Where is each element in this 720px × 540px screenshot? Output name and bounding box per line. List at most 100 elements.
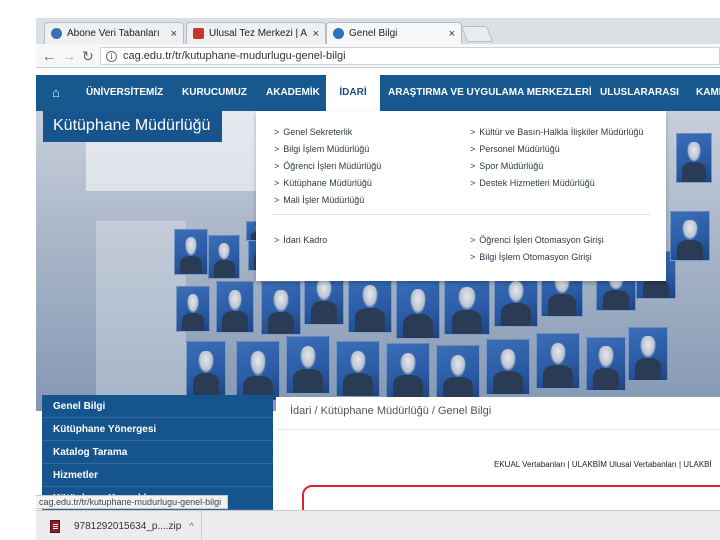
tab-close-icon[interactable]: × [171,28,177,40]
dropdown-link-mali-isler[interactable]: > Mali İşler Müdürlüğü [274,195,364,205]
chevron-right-icon: > [470,127,476,137]
dropdown-link-label: Kültür ve Basın-Halkla İlişkiler Müdürlü… [479,127,644,137]
address-bar[interactable]: i cag.edu.tr/tr/kutuphane-mudurlugu-gene… [100,47,720,65]
dropdown-link-label: Spor Müdürlüğü [479,161,544,171]
portrait-panel [670,211,710,261]
tab-title: Abone Veri Tabanları [67,28,160,39]
download-item[interactable]: 9781292015634_p....zip ^ [36,511,202,540]
portrait-face [198,350,214,374]
sidebar-item-hizmetler[interactable]: Hizmetler [42,464,273,487]
portrait-shoulders [592,368,620,390]
hero-title: Kütüphane Müdürlüğü [43,111,223,142]
portrait-face [227,290,243,311]
portrait-face [361,284,379,309]
portrait-face [499,348,517,372]
browser-tab-genel-bilgi[interactable]: Genel Bilgi × [326,22,462,44]
portrait-panel [486,339,530,395]
nav-item-arastirma[interactable]: ARAŞTIRMA VE UYGULAMA MERKEZLERİ [388,75,592,111]
sidebar-item-kutuphane-yonergesi[interactable]: Kütüphane Yönergesi [42,418,273,441]
hero-window-pane [96,221,186,411]
portrait-face [316,278,332,302]
chevron-right-icon: > [274,235,280,245]
portrait-shoulders [676,239,704,260]
database-links[interactable]: EKUAL Vertabanları | ULAKBİM Ulusal Vert… [494,460,712,469]
reload-icon[interactable]: ↻ [82,47,94,65]
dropdown-link-kultur-basin[interactable]: > Kültür ve Basın-Halkla İlişkiler Müdürl… [470,127,643,137]
home-icon[interactable]: ⌂ [52,75,60,111]
download-filename: 9781292015634_p....zip [74,520,182,532]
portrait-shoulders [393,375,423,398]
dropdown-link-label: Öğrenci İşleri Otomasyon Girişi [479,235,604,245]
chevron-right-icon: > [470,252,476,262]
breadcrumb-divider [276,429,720,430]
portrait-face [640,336,656,359]
dropdown-link-genel-sekreterlik[interactable]: > Genel Sekreterlik [274,127,352,137]
portrait-face [184,237,198,256]
dropdown-link-destek-hizmetleri[interactable]: > Destek Hizmetleri Müdürlüğü [470,178,595,188]
portrait-face [349,350,367,374]
dropdown-link-ogrenci-otomasyon[interactable]: > Öğrenci İşleri Otomasyon Girişi [470,235,604,245]
portrait-shoulders [602,289,630,310]
sidebar-item-genel-bilgi[interactable]: Genel Bilgi [42,395,273,418]
nav-item-idari[interactable]: İDARİ [326,75,380,111]
chevron-up-icon[interactable]: ^ [189,521,193,531]
nav-item-kamp[interactable]: KAMP [696,75,720,111]
dropdown-link-label: Genel Sekreterlik [283,127,353,137]
portrait-shoulders [548,294,576,316]
download-shelf: 9781292015634_p....zip ^ [36,510,720,540]
dropdown-link-bilgi-islem-otomasyon[interactable]: > Bilgi İşlem Otomasyon Girişi [470,252,592,262]
portrait-face [399,352,417,376]
browser-tab-strip: Abone Veri Tabanları × Ulusal Tez Merkez… [36,18,720,44]
tab-title: Genel Bilgi [349,28,398,39]
portrait-shoulders [310,301,338,324]
back-arrow-icon[interactable]: ← [42,47,56,65]
portrait-panel [236,341,280,401]
nav-item-akademik[interactable]: AKADEMİK [266,75,320,111]
portrait-shoulders [343,373,373,396]
new-tab-button[interactable] [461,26,493,42]
chevron-right-icon: > [470,144,476,154]
portrait-shoulders [634,358,662,380]
dropdown-link-spor[interactable]: > Spor Müdürlüğü [470,161,543,171]
nav-item-kurucumuz[interactable]: KURUCUMUZ [182,75,247,111]
nav-item-uluslararasi[interactable]: ULUSLARARASI [600,75,679,111]
dropdown-link-idari-kadro[interactable]: > İdari Kadro [274,235,327,245]
dropdown-link-kutuphane[interactable]: > Kütüphane Müdürlüğü [274,178,372,188]
chevron-right-icon: > [470,178,476,188]
portrait-shoulders [293,369,323,393]
portrait-panel [536,333,580,389]
portrait-panel [396,279,440,339]
portrait-panel [261,281,301,335]
dropdown-link-bilgi-islem[interactable]: > Bilgi İşlem Müdürlüğü [274,144,369,154]
portrait-panel [628,327,668,381]
tab-close-icon[interactable]: × [313,28,319,40]
portrait-shoulders [403,313,433,338]
portrait-panel [286,336,330,394]
site-info-icon[interactable]: i [106,50,117,62]
tab-close-icon[interactable]: × [449,28,455,40]
portrait-face [598,346,614,369]
dropdown-link-ogrenci-isleri[interactable]: > Öğrenci İşleri Müdürlüğü [274,161,381,171]
portrait-shoulders [213,260,235,278]
browser-tab-abone[interactable]: Abone Veri Tabanları × [44,22,184,44]
tab-favicon-icon [193,28,204,39]
browser-tab-tez[interactable]: Ulusal Tez Merkezi | Ana × [186,22,326,44]
portrait-shoulders [181,312,205,331]
sidebar-item-katalog-tarama[interactable]: Katalog Tarama [42,441,273,464]
portrait-shoulders [222,311,248,332]
zip-file-icon [50,519,60,533]
portrait-panel [386,343,430,399]
portrait-face [299,345,317,370]
dropdown-link-label: Bilgi İşlem Müdürlüğü [283,144,370,154]
address-url: cag.edu.tr/tr/kutuphane-mudurlugu-genel-… [123,50,346,62]
portrait-shoulders [355,308,385,332]
portrait-face [687,141,701,162]
portrait-panel [176,286,210,332]
sidebar-menu: Genel Bilgi Kütüphane Yönergesi Katalog … [42,395,273,510]
forward-arrow-icon[interactable]: → [62,47,76,65]
chevron-right-icon: > [470,161,476,171]
status-url: cag.edu.tr/tr/kutuphane-mudurlugu-genel-… [36,495,229,509]
nav-item-universitemiz[interactable]: ÜNİVERSİTEMİZ [86,75,163,111]
chevron-right-icon: > [274,178,280,188]
dropdown-link-personel[interactable]: > Personel Müdürlüğü [470,144,560,154]
